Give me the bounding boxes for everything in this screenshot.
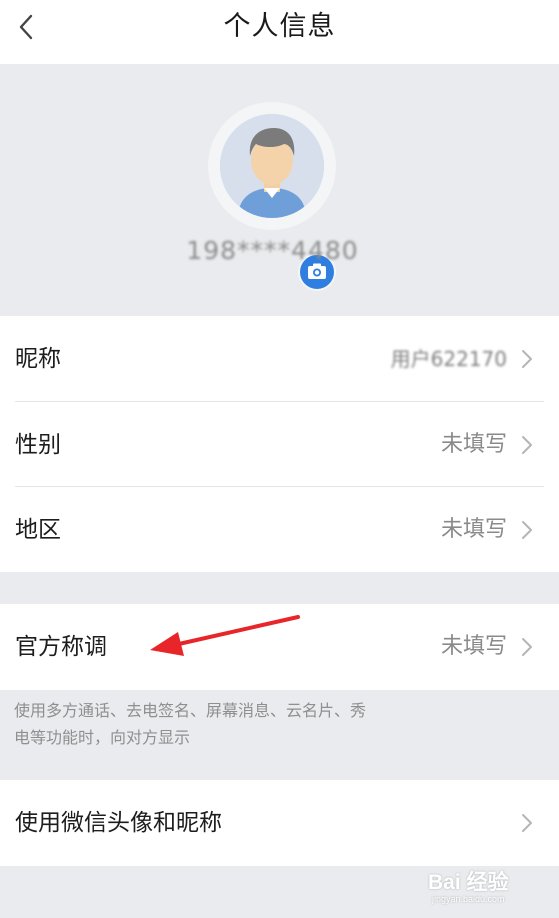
row-gender[interactable]: 性别 未填写	[0, 402, 559, 488]
official-title-label: 官方称调	[15, 634, 107, 660]
region-label: 地区	[15, 517, 61, 543]
header-bar: 个人信息	[0, 0, 559, 64]
avatar[interactable]	[208, 102, 336, 230]
official-title-value: 未填写	[440, 634, 507, 659]
page-title: 个人信息	[223, 11, 336, 42]
chevron-right-icon	[522, 521, 532, 539]
red-arrow-annotation	[150, 615, 300, 656]
wechat-card: 使用微信头像和昵称	[0, 780, 559, 866]
watermark-url: jingyan.baidu.com	[432, 894, 505, 904]
row-use-wechat-profile[interactable]: 使用微信头像和昵称	[0, 780, 559, 866]
profile-section: 198****4480	[0, 64, 559, 316]
official-title-note: 使用多方通话、去电签名、屏幕消息、云名片、秀电等功能时，向对方显示	[14, 701, 367, 747]
gender-value: 未填写	[440, 432, 507, 457]
chevron-right-icon	[522, 350, 532, 368]
row-nickname[interactable]: 昵称 用户622170	[0, 316, 559, 402]
default-avatar-icon	[220, 114, 324, 218]
nickname-value: 用户622170	[390, 347, 507, 371]
phone-number: 198****4480	[186, 236, 359, 265]
region-value: 未填写	[440, 517, 507, 542]
nickname-label: 昵称	[15, 346, 61, 372]
chevron-right-icon	[522, 436, 532, 454]
basic-info-card: 昵称 用户622170 性别 未填写 地区 未填写	[0, 316, 559, 572]
gender-label: 性别	[15, 432, 61, 458]
baidu-watermark: Bai 经验 jingyan.baidu.com	[428, 860, 556, 904]
chevron-right-icon	[522, 638, 532, 656]
watermark-text: Bai 经验	[428, 871, 509, 894]
wechat-label: 使用微信头像和昵称	[15, 810, 222, 836]
chevron-right-icon	[522, 814, 532, 832]
row-region[interactable]: 地区 未填写	[0, 487, 559, 573]
